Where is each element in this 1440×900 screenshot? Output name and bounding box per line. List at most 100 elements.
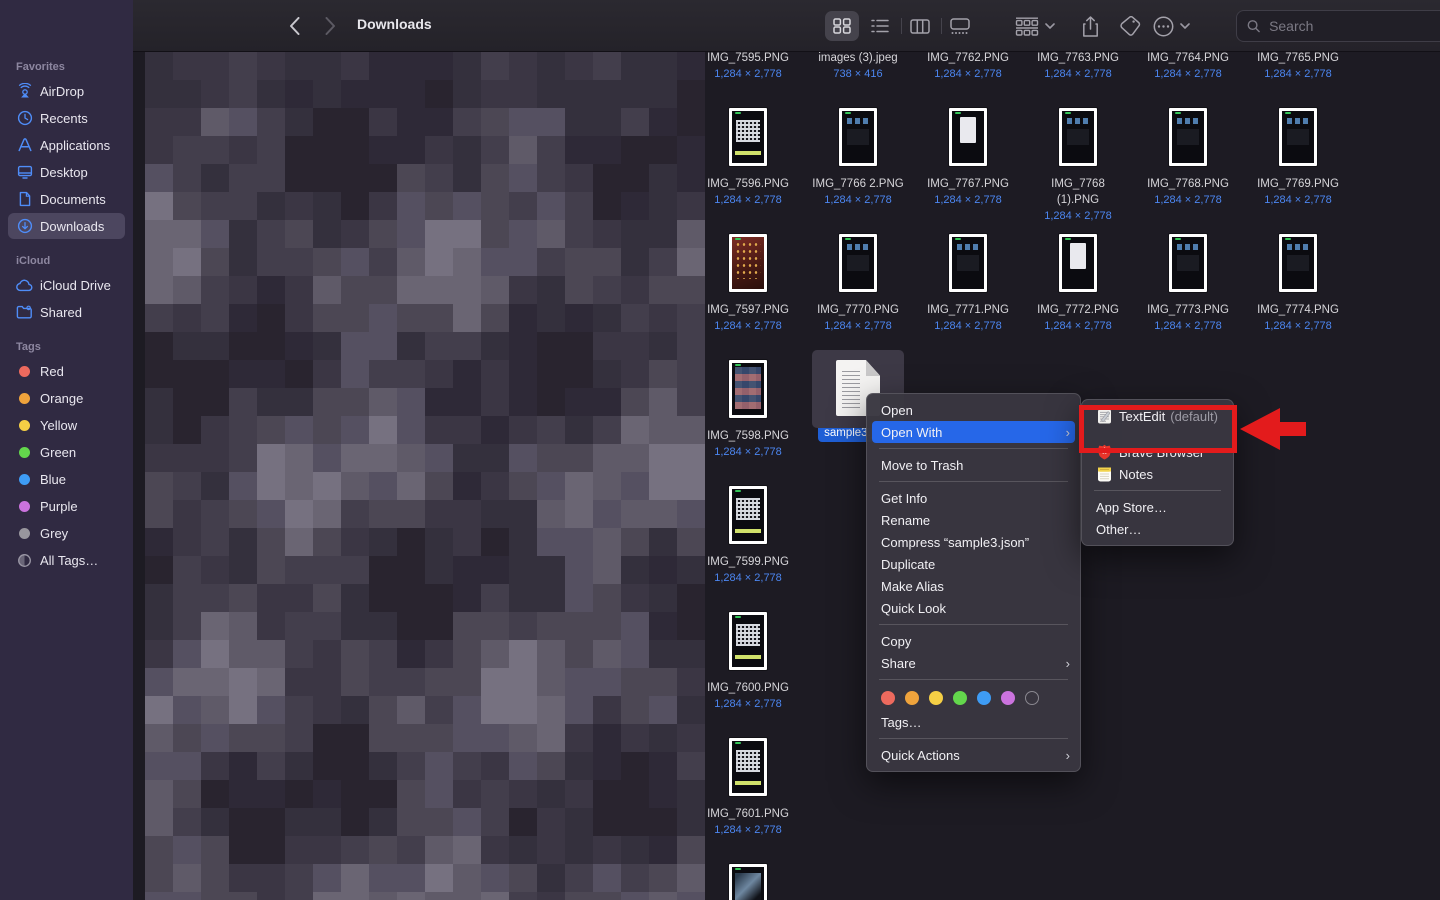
share-button[interactable] <box>1073 11 1107 41</box>
search-input[interactable] <box>1267 17 1440 35</box>
gallery-view-icon <box>949 18 971 34</box>
file-dimensions: 1,284 × 2,778 <box>1140 318 1236 334</box>
file-item[interactable]: IMG_7601.PNG1,284 × 2,778 <box>700 738 796 838</box>
thumbnail-detail <box>1067 129 1089 145</box>
file-dimensions: 1,284 × 2,778 <box>700 318 796 334</box>
sidebar-item-grey[interactable]: Grey <box>8 520 125 546</box>
file-item[interactable]: IMG_7762.PNG1,284 × 2,778 <box>920 52 1016 82</box>
sidebar-item-blue[interactable]: Blue <box>8 466 125 492</box>
back-button[interactable] <box>281 11 307 41</box>
sidebar-item-applications[interactable]: Applications <box>8 132 125 158</box>
sidebar-item-purple[interactable]: Purple <box>8 493 125 519</box>
file-item[interactable]: images (3).jpeg738 × 416 <box>810 52 906 82</box>
menu-item-get-info[interactable]: Get Info <box>867 487 1080 509</box>
tags-button[interactable] <box>1113 11 1147 41</box>
sidebar-item-shared[interactable]: Shared <box>8 299 125 325</box>
menu-item-quick-look[interactable]: Quick Look <box>867 597 1080 619</box>
file-name: IMG_7598.PNG <box>700 428 796 444</box>
menu-item-move-to-trash[interactable]: Move to Trash <box>867 454 1080 476</box>
submenu-item-app-store[interactable]: App Store… <box>1082 496 1233 518</box>
thumbnail-image <box>952 111 984 163</box>
search-field[interactable] <box>1236 10 1440 42</box>
sidebar-item-all-tags[interactable]: All Tags… <box>8 547 125 573</box>
sidebar-item-icloud-drive[interactable]: iCloud Drive <box>8 272 125 298</box>
file-item[interactable]: IMG_7766 2.PNG1,284 × 2,778 <box>810 108 906 208</box>
file-item[interactable]: IMG_7765.PNG1,284 × 2,778 <box>1250 52 1346 82</box>
columns-view-button[interactable] <box>903 11 937 41</box>
file-thumbnail <box>729 738 767 796</box>
gallery-view-button[interactable] <box>943 11 977 41</box>
file-item[interactable]: IMG_7768(1).PNG1,284 × 2,778 <box>1030 108 1126 224</box>
menu-item-label: Rename <box>881 513 1070 528</box>
sidebar-item-orange[interactable]: Orange <box>8 385 125 411</box>
sidebar-item-red[interactable]: Red <box>8 358 125 384</box>
sidebar-item-label: Recents <box>40 111 88 126</box>
list-view-icon <box>871 19 889 33</box>
tag-color-dot[interactable] <box>881 691 895 705</box>
menu-item-make-alias[interactable]: Make Alias <box>867 575 1080 597</box>
file-item[interactable]: IMG_7597.PNG1,284 × 2,778 <box>700 234 796 334</box>
menu-item-open[interactable]: Open <box>867 399 1080 421</box>
file-item[interactable]: IMG_7773.PNG1,284 × 2,778 <box>1140 234 1236 334</box>
thumbnail-detail <box>847 244 869 250</box>
group-by-button[interactable] <box>1015 11 1055 41</box>
menu-item-rename[interactable]: Rename <box>867 509 1080 531</box>
file-item[interactable]: IMG_7769.PNG1,284 × 2,778 <box>1250 108 1346 208</box>
menu-item-share[interactable]: Share› <box>867 652 1080 674</box>
tag-color-dot[interactable] <box>977 691 991 705</box>
file-item[interactable] <box>700 864 796 900</box>
tag-color-icon <box>16 498 33 515</box>
tag-color-dot[interactable] <box>1001 691 1015 705</box>
more-actions-button[interactable] <box>1153 11 1190 41</box>
menu-item-quick-actions[interactable]: Quick Actions› <box>867 744 1080 766</box>
file-item[interactable]: IMG_7598.PNG1,284 × 2,778 <box>700 360 796 460</box>
menu-item-copy[interactable]: Copy <box>867 630 1080 652</box>
file-item[interactable]: IMG_7596.PNG1,284 × 2,778 <box>700 108 796 208</box>
menu-item-tags[interactable]: Tags… <box>867 711 1080 733</box>
tag-none-dot[interactable] <box>1025 691 1039 705</box>
file-item[interactable]: IMG_7595.PNG1,284 × 2,778 <box>700 52 796 82</box>
grid-view-button[interactable] <box>825 11 859 41</box>
file-item[interactable]: IMG_7774.PNG1,284 × 2,778 <box>1250 234 1346 334</box>
sidebar-item-downloads[interactable]: Downloads <box>8 213 125 239</box>
tag-color-icon <box>19 447 30 458</box>
file-item[interactable]: IMG_7767.PNG1,284 × 2,778 <box>920 108 1016 208</box>
submenu-item-notes[interactable]: Notes <box>1082 463 1233 485</box>
tag-color-dot[interactable] <box>953 691 967 705</box>
sidebar-item-label: Grey <box>40 526 68 541</box>
file-item[interactable]: IMG_7770.PNG1,284 × 2,778 <box>810 234 906 334</box>
tag-color-dot[interactable] <box>905 691 919 705</box>
menu-item-compress-sample3-json[interactable]: Compress “sample3.json” <box>867 531 1080 553</box>
file-item[interactable]: IMG_7599.PNG1,284 × 2,778 <box>700 486 796 586</box>
submenu-item-other[interactable]: Other… <box>1082 518 1233 540</box>
sidebar-item-documents[interactable]: Documents <box>8 186 125 212</box>
thumbnail-detail <box>1177 129 1199 145</box>
sidebar-item-airdrop[interactable]: AirDrop <box>8 78 125 104</box>
list-view-button[interactable] <box>863 11 897 41</box>
file-item[interactable]: IMG_7600.PNG1,284 × 2,778 <box>700 612 796 712</box>
menu-item-label: Share <box>881 656 1054 671</box>
file-item[interactable]: IMG_7768.PNG1,284 × 2,778 <box>1140 108 1236 208</box>
sidebar-item-yellow[interactable]: Yellow <box>8 412 125 438</box>
sidebar-item-desktop[interactable]: Desktop <box>8 159 125 185</box>
tag-color-dot[interactable] <box>929 691 943 705</box>
file-dimensions: 1,284 × 2,778 <box>700 696 796 712</box>
forward-button[interactable] <box>317 11 343 41</box>
file-dimensions: 1,284 × 2,778 <box>1140 192 1236 208</box>
thumbnail-image <box>1062 237 1094 289</box>
file-item[interactable]: IMG_7771.PNG1,284 × 2,778 <box>920 234 1016 334</box>
tag-color-icon <box>16 390 33 407</box>
file-item[interactable]: IMG_7763.PNG1,284 × 2,778 <box>1030 52 1126 82</box>
file-item[interactable]: IMG_7764.PNG1,284 × 2,778 <box>1140 52 1236 82</box>
menu-item-duplicate[interactable]: Duplicate <box>867 553 1080 575</box>
columns-view-icon <box>910 19 930 34</box>
menu-item-open-with[interactable]: Open With› <box>872 421 1075 443</box>
sidebar-item-recents[interactable]: Recents <box>8 105 125 131</box>
toolbar: Downloads <box>133 0 1440 52</box>
menu-separator <box>879 738 1068 739</box>
file-item[interactable]: IMG_7772.PNG1,284 × 2,778 <box>1030 234 1126 334</box>
file-name: IMG_7764.PNG <box>1140 52 1236 66</box>
sidebar-item-green[interactable]: Green <box>8 439 125 465</box>
thumbnail-detail <box>735 241 761 279</box>
file-name: IMG_7765.PNG <box>1250 52 1346 66</box>
